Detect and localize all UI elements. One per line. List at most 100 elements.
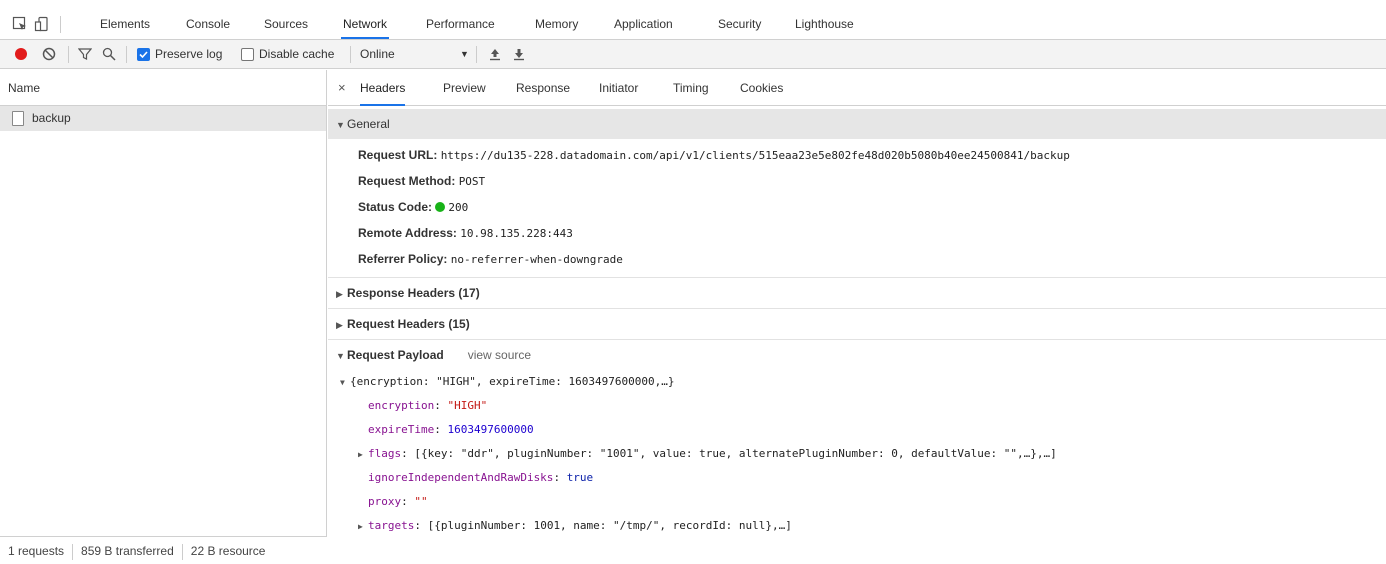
property-key: ignoreIndependentAndRawDisks: [368, 471, 554, 484]
triangle-right-icon: ▶: [336, 289, 343, 299]
tab-memory[interactable]: Memory: [533, 10, 580, 39]
inspect-element-icon[interactable]: [12, 16, 28, 32]
tab-console[interactable]: Console: [184, 10, 232, 39]
throttling-select[interactable]: Online: [360, 40, 395, 69]
payload-property-row: encryption: "HIGH": [368, 399, 488, 412]
payload-property-row[interactable]: ▶ flags: [{key: "ddr", pluginNumber: "100…: [340, 442, 1386, 466]
tab-sources[interactable]: Sources: [262, 10, 310, 39]
header-value: no-referrer-when-downgrade: [450, 253, 623, 266]
separator: [60, 16, 61, 33]
separator: [350, 46, 351, 63]
request-detail-pane: × Headers Preview Response Initiator Tim…: [328, 70, 1386, 564]
header-value: 10.98.135.228:443: [460, 227, 573, 240]
header-value: https://du135-228.datadomain.com/api/v1/…: [440, 149, 1070, 162]
chevron-down-icon[interactable]: ▼: [460, 40, 469, 69]
disable-cache-label[interactable]: Disable cache: [259, 40, 334, 69]
tab-security[interactable]: Security: [716, 10, 763, 39]
triangle-right-icon: ▶: [358, 450, 363, 459]
tab-elements[interactable]: Elements: [98, 10, 152, 39]
property-value: 1603497600000: [447, 423, 534, 436]
property-key: expireTime: [368, 423, 435, 436]
triangle-right-icon: ▶: [358, 522, 363, 531]
property-value: [{key: "ddr", pluginNumber: "1001", valu…: [414, 447, 1057, 460]
request-count: 1 requests: [8, 544, 65, 558]
property-value: "": [414, 495, 428, 508]
payload-property-row: proxy: "": [368, 495, 428, 508]
triangle-down-icon: ▼: [336, 351, 345, 361]
document-icon: [12, 111, 24, 126]
status-ok-icon: [435, 202, 446, 212]
general-title: General: [347, 117, 390, 131]
tab-timing[interactable]: Timing: [673, 70, 709, 106]
request-payload-title: Request Payload: [347, 348, 444, 362]
header-key: Request Method:: [358, 174, 456, 188]
detail-tabbar: × Headers Preview Response Initiator Tim…: [328, 70, 1386, 106]
remote-address-row: Remote Address: 10.98.135.228:443: [328, 220, 1386, 246]
payload-root-row[interactable]: ▼ {encryption: "HIGH", expireTime: 160349…: [340, 370, 1386, 394]
search-icon[interactable]: [102, 47, 116, 61]
response-headers-title: Response Headers (17): [347, 286, 480, 300]
separator: [476, 46, 477, 63]
header-key: Referrer Policy:: [358, 252, 448, 266]
status-code-row: Status Code: 200: [328, 194, 1386, 220]
filter-icon[interactable]: [77, 47, 93, 61]
tab-initiator[interactable]: Initiator: [599, 70, 638, 106]
name-column-header[interactable]: Name: [0, 70, 326, 106]
network-toolbar: Preserve log Disable cache Online ▼: [0, 40, 1386, 69]
tab-preview[interactable]: Preview: [443, 70, 486, 106]
tab-response[interactable]: Response: [516, 70, 570, 106]
response-headers-section-header[interactable]: ▶ Response Headers (17): [328, 278, 1386, 308]
close-icon[interactable]: ×: [338, 70, 346, 106]
preserve-log-label[interactable]: Preserve log: [155, 40, 222, 69]
header-key: Request URL:: [358, 148, 438, 162]
request-url-row: Request URL: https://du135-228.datadomai…: [328, 142, 1386, 168]
payload-property-row: expireTime: 1603497600000: [368, 423, 534, 436]
view-source-link[interactable]: view source: [468, 348, 531, 362]
header-key: Remote Address:: [358, 226, 457, 240]
triangle-down-icon: ▼: [336, 120, 345, 130]
tab-network[interactable]: Network: [341, 10, 390, 39]
tab-application[interactable]: Application: [612, 10, 675, 39]
header-value: POST: [458, 175, 486, 188]
header-key: Status Code:: [358, 200, 433, 214]
request-headers-title: Request Headers (15): [347, 317, 470, 331]
tab-headers[interactable]: Headers: [360, 70, 406, 106]
request-list-pane: Name backup 1 requests 859 B transferred 2…: [0, 70, 327, 564]
payload-property-row[interactable]: ▶ targets: [{pluginNumber: 1001, name: "/…: [340, 514, 1386, 538]
request-headers-section-header[interactable]: ▶ Request Headers (15): [328, 309, 1386, 339]
tab-cookies[interactable]: Cookies: [740, 70, 783, 106]
clear-icon[interactable]: [42, 47, 56, 61]
transferred-size: 859 B transferred: [81, 544, 174, 558]
export-har-icon[interactable]: [512, 47, 526, 61]
import-har-icon[interactable]: [488, 47, 502, 61]
tab-lighthouse[interactable]: Lighthouse: [793, 10, 856, 39]
property-key: targets: [368, 519, 415, 532]
separator: [126, 46, 127, 63]
property-key: proxy: [368, 495, 402, 508]
preserve-log-checkbox[interactable]: [137, 48, 150, 61]
triangle-down-icon: ▼: [340, 378, 345, 387]
request-row[interactable]: backup: [0, 106, 326, 131]
property-value: [{pluginNumber: 1001, name: "/tmp/", rec…: [427, 519, 792, 532]
general-section-header[interactable]: ▼ General: [328, 109, 1386, 139]
request-method-row: Request Method: POST: [328, 168, 1386, 194]
disable-cache-checkbox[interactable]: [241, 48, 254, 61]
request-payload-section-header[interactable]: ▼ Request Payload view source: [328, 340, 1386, 370]
device-toolbar-icon[interactable]: [34, 16, 50, 32]
tab-performance[interactable]: Performance: [424, 10, 497, 39]
separator: [68, 46, 69, 63]
resource-size: 22 B resource: [190, 544, 266, 558]
header-value: 200: [448, 201, 469, 214]
property-key: flags: [368, 447, 402, 460]
payload-summary: {encryption: "HIGH", expireTime: 1603497…: [350, 375, 675, 388]
referrer-policy-row: Referrer Policy: no-referrer-when-downgr…: [328, 246, 1386, 272]
property-value: "HIGH": [447, 399, 488, 412]
triangle-right-icon: ▶: [336, 320, 343, 330]
property-key: encryption: [368, 399, 435, 412]
property-value: true: [566, 471, 594, 484]
record-icon[interactable]: [14, 47, 28, 61]
payload-property-row: ignoreIndependentAndRawDisks: true: [368, 471, 594, 484]
request-name: backup: [32, 111, 71, 125]
network-summary-bar: 1 requests 859 B transferred 22 B resource: [0, 536, 327, 564]
devtools-tabbar: Elements Console Sources Network Perform…: [0, 0, 1386, 40]
